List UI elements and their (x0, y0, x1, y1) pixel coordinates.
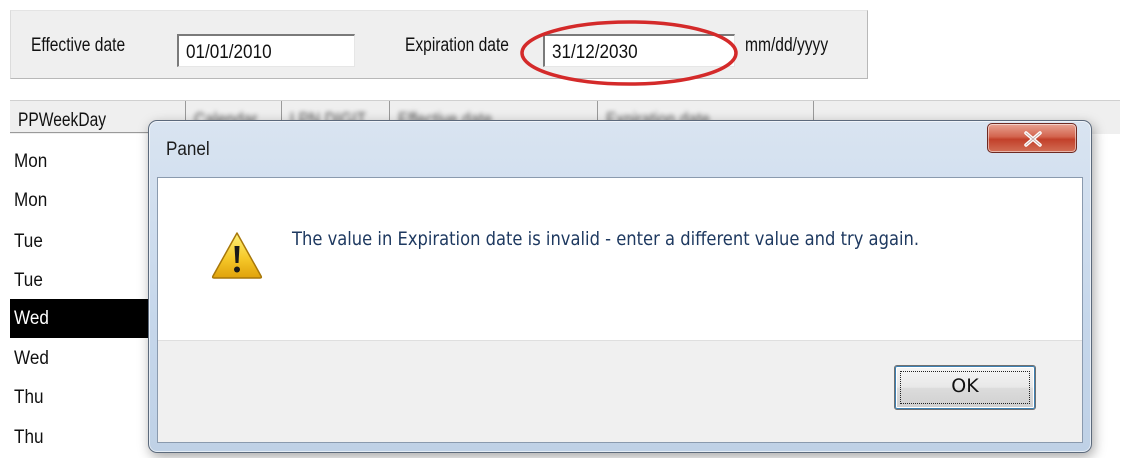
date-filter-group: Effective date 01/01/2010 Expiration dat… (10, 10, 868, 79)
ok-button[interactable]: OK (894, 365, 1036, 410)
dialog-close-button[interactable] (987, 123, 1077, 153)
filter-strip: Effective date 01/01/2010 Expiration dat… (0, 0, 1132, 96)
effective-date-label: Effective date (31, 35, 126, 56)
table-row[interactable]: Tue (10, 222, 150, 261)
message-area: The value in Expiration date is invalid … (158, 178, 1082, 340)
table-row[interactable]: Thu (10, 418, 150, 457)
expiration-date-label: Expiration date (405, 35, 509, 56)
dialog-body: The value in Expiration date is invalid … (157, 177, 1083, 443)
effective-date-input[interactable]: 01/01/2010 (177, 34, 355, 67)
table-row[interactable]: Mon (10, 142, 150, 181)
dialog-title: Panel (166, 139, 210, 160)
table-row[interactable]: Mon (10, 181, 150, 220)
table-row[interactable]: Tue (10, 261, 150, 300)
table-row-selected[interactable]: Wed (10, 299, 150, 338)
date-format-hint: mm/dd/yyyy (745, 35, 829, 56)
close-x-icon (1024, 131, 1042, 147)
table-row[interactable]: Thu (10, 378, 150, 417)
error-dialog: Panel The value in Expiration date is in… (148, 120, 1092, 453)
table-row[interactable]: Wed (10, 339, 150, 378)
expiration-date-input[interactable]: 31/12/2030 (543, 34, 735, 67)
warning-icon (211, 232, 263, 279)
dialog-button-bar: OK (158, 340, 1082, 442)
error-message: The value in Expiration date is invalid … (292, 228, 920, 250)
